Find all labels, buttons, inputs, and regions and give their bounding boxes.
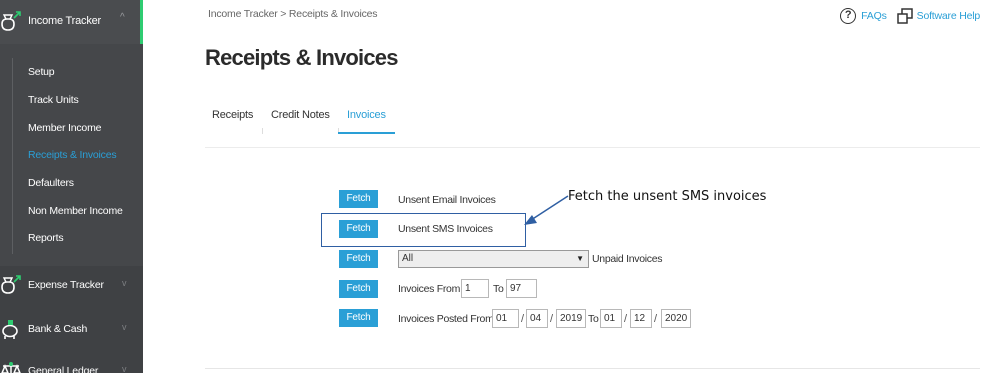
- tab-divider: [262, 128, 263, 134]
- tab-receipts[interactable]: Receipts: [212, 109, 253, 121]
- sidebar-group-label: General Ledger: [28, 365, 99, 373]
- sidebar-item-member-income[interactable]: Member Income: [28, 122, 101, 134]
- sidebar-item-reports[interactable]: Reports: [28, 232, 64, 244]
- sidebar-group-label: Expense Tracker: [28, 279, 104, 291]
- page-title: Receipts & Invoices: [205, 45, 398, 70]
- tab-invoices[interactable]: Invoices: [347, 109, 386, 121]
- date-separator: /: [654, 313, 658, 325]
- posted-to-day-input[interactable]: [600, 309, 622, 328]
- chevron-up-icon: ^: [120, 12, 125, 23]
- sidebar-item-defaulters[interactable]: Defaulters: [28, 177, 74, 189]
- chevron-down-icon: v: [122, 278, 127, 288]
- money-bag-icon: [1, 11, 21, 31]
- sidebar-item-bank-cash[interactable]: Bank & Cash v: [0, 315, 143, 343]
- faqs-link[interactable]: FAQs: [861, 10, 887, 22]
- fetch-unsent-email-button[interactable]: Fetch: [339, 190, 378, 208]
- highlight-box: [321, 213, 526, 247]
- posted-to-year-input[interactable]: [661, 309, 691, 328]
- question-icon[interactable]: ?: [840, 8, 857, 24]
- invoices-from-label: Invoices From: [398, 283, 461, 295]
- posted-to-label: To: [588, 313, 599, 325]
- unpaid-filter-value: All: [402, 253, 414, 264]
- sidebar-group-label: Bank & Cash: [28, 323, 88, 335]
- chevron-down-icon: v: [122, 322, 127, 332]
- unsent-email-label: Unsent Email Invoices: [398, 194, 496, 206]
- posted-to-month-input[interactable]: [630, 309, 652, 328]
- date-separator: /: [624, 313, 628, 325]
- sidebar-item-track-units[interactable]: Track Units: [28, 94, 79, 106]
- active-tab-indicator: [338, 132, 395, 134]
- breadcrumb: Income Tracker > Receipts & Invoices: [208, 8, 378, 20]
- sidebar-item-receipts-invoices[interactable]: Receipts & Invoices: [28, 149, 117, 161]
- divider: [205, 368, 980, 369]
- posted-from-year-input[interactable]: [556, 309, 586, 328]
- fetch-posted-button[interactable]: Fetch: [339, 309, 378, 327]
- fetch-range-button[interactable]: Fetch: [339, 280, 378, 298]
- sidebar-item-general-ledger[interactable]: General Ledger v: [0, 357, 143, 373]
- submenu-divider: [12, 58, 13, 254]
- scales-icon: [1, 362, 21, 373]
- tab-credit-notes[interactable]: Credit Notes: [271, 109, 330, 121]
- sidebar: Income Tracker ^ Setup Track Units Membe…: [0, 0, 143, 373]
- posted-from-month-input[interactable]: [526, 309, 548, 328]
- posted-from-day-input[interactable]: [492, 309, 519, 328]
- dropdown-arrow-icon: ▼: [576, 254, 584, 263]
- software-help-icon[interactable]: [896, 8, 913, 24]
- divider: [205, 147, 980, 148]
- callout-text: Fetch the unsent SMS invoices: [568, 189, 767, 204]
- invoices-to-input[interactable]: [506, 279, 537, 298]
- money-bag-icon: [1, 275, 21, 294]
- callout-arrow-icon: [524, 195, 569, 225]
- to-label: To: [493, 283, 504, 295]
- chevron-down-icon: v: [122, 364, 127, 373]
- posted-from-label: Invoices Posted From: [398, 313, 494, 325]
- tab-bar: Receipts Credit Notes Invoices: [205, 100, 395, 134]
- help-links: ? FAQs Software Help: [840, 8, 980, 24]
- invoices-from-input[interactable]: [461, 279, 489, 298]
- piggy-bank-icon: [2, 320, 18, 339]
- software-help-link[interactable]: Software Help: [917, 10, 981, 22]
- sidebar-item-non-member-income[interactable]: Non Member Income: [28, 205, 123, 217]
- unpaid-invoices-label: Unpaid Invoices: [592, 253, 663, 265]
- fetch-unpaid-button[interactable]: Fetch: [339, 250, 378, 268]
- sidebar-item-income-tracker[interactable]: Income Tracker ^: [0, 0, 143, 44]
- sidebar-item-setup[interactable]: Setup: [28, 66, 55, 78]
- sidebar-item-expense-tracker[interactable]: Expense Tracker v: [0, 271, 143, 299]
- date-separator: /: [521, 313, 525, 325]
- unpaid-filter-select[interactable]: All ▼: [398, 250, 589, 268]
- sidebar-header-label: Income Tracker: [28, 15, 102, 27]
- date-separator: /: [550, 313, 554, 325]
